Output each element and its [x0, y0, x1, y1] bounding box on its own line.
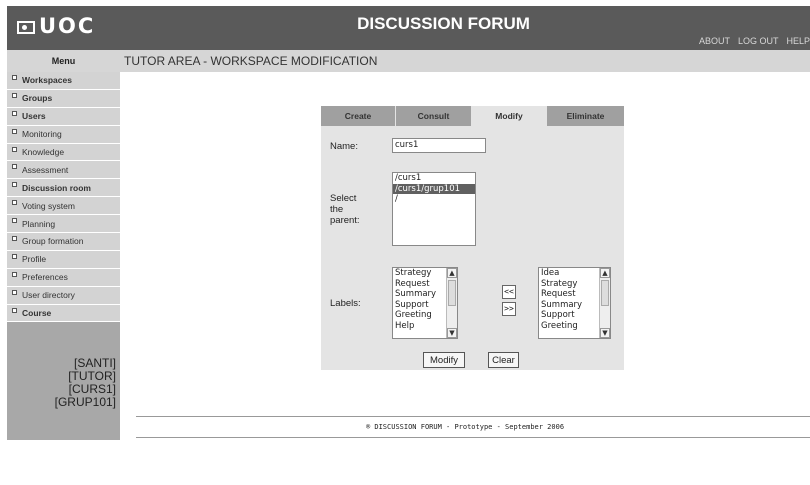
parent-option-selected[interactable]: /curs1/grup101: [393, 183, 475, 194]
list-scrollbar[interactable]: ▲ ▼: [446, 268, 457, 338]
sidebar-item-label: Discussion room: [22, 182, 91, 193]
tab-create[interactable]: Create: [321, 106, 396, 126]
about-link[interactable]: ABOUT: [699, 36, 730, 46]
top-links: ABOUT LOG OUT HELP: [699, 36, 810, 46]
sidebar-item-discussion-room[interactable]: Discussion room: [7, 179, 120, 198]
tab-bar: Create Consult Modify Eliminate: [321, 106, 624, 126]
bullet-icon: [12, 128, 17, 134]
bullet-icon: [12, 164, 17, 170]
selected-labels-list[interactable]: Idea Strategy Request Summary Support Gr…: [538, 267, 611, 339]
tab-modify[interactable]: Modify: [472, 106, 547, 126]
bullet-icon: [12, 182, 17, 188]
list-scrollbar[interactable]: ▲ ▼: [599, 268, 610, 338]
available-labels-list[interactable]: Strategy Request Summary Support Greetin…: [392, 267, 458, 339]
logout-link[interactable]: LOG OUT: [738, 36, 779, 46]
sidebar: Menu Workspaces Groups Users Monitoring Know…: [7, 50, 120, 440]
site-title: DISCUSSION FORUM: [357, 14, 530, 33]
move-right-button[interactable]: >>: [502, 302, 516, 316]
sidebar-item-course[interactable]: Course: [7, 305, 120, 323]
sidebar-item-voting-system[interactable]: Voting system: [7, 197, 120, 216]
sidebar-item-user-directory[interactable]: User directory: [7, 287, 120, 305]
menu-list: Workspaces Groups Users Monitoring Knowledge…: [7, 72, 120, 323]
help-link[interactable]: HELP: [786, 36, 810, 46]
footer-divider-top: [136, 416, 810, 417]
sidebar-item-label: User directory: [22, 290, 75, 301]
bullet-icon: [12, 235, 17, 241]
name-input[interactable]: curs1: [392, 138, 486, 153]
sidebar-item-label: Groups: [22, 93, 53, 104]
tab-consult[interactable]: Consult: [396, 106, 472, 126]
clear-button[interactable]: Clear: [488, 352, 519, 368]
scroll-thumb[interactable]: [601, 280, 609, 306]
workspace-panel: Create Consult Modify Eliminate Name: cu…: [321, 106, 624, 370]
scroll-down-icon[interactable]: ▼: [600, 328, 610, 338]
scroll-down-icon[interactable]: ▼: [447, 328, 457, 338]
sidebar-item-knowledge[interactable]: Knowledge: [7, 144, 120, 162]
labels-label: Labels:: [330, 298, 361, 309]
user-group: [GRUP101]: [54, 395, 116, 409]
sidebar-item-label: Assessment: [22, 164, 69, 175]
scroll-thumb[interactable]: [448, 280, 456, 306]
user-info: [SANTI] [TUTOR] [CURS1] [GRUP101]: [55, 357, 116, 409]
sidebar-item-label: Users: [22, 111, 46, 122]
scroll-up-icon[interactable]: ▲: [600, 268, 610, 278]
sidebar-item-label: Workspaces: [22, 75, 72, 86]
bullet-icon: [12, 289, 17, 295]
sidebar-item-workspaces[interactable]: Workspaces: [7, 72, 120, 90]
sidebar-item-label: Monitoring: [22, 129, 62, 140]
sidebar-item-label: Profile: [22, 254, 47, 265]
tab-eliminate[interactable]: Eliminate: [547, 106, 624, 126]
footer-divider-bottom: [136, 437, 810, 438]
bullet-icon: [12, 74, 17, 80]
sidebar-item-groups[interactable]: Groups: [7, 90, 120, 108]
sidebar-item-preferences[interactable]: Preferences: [7, 269, 120, 287]
sidebar-item-label: Knowledge: [22, 147, 65, 157]
bullet-icon: [12, 146, 17, 152]
header-bar: UOC DISCUSSION FORUM ABOUT LOG OUT HELP: [7, 6, 810, 50]
sidebar-item-label: Group formation: [22, 236, 84, 247]
parent-label-line: parent:: [330, 215, 360, 226]
parent-select[interactable]: /curs1 /curs1/grup101 /: [392, 172, 476, 246]
scroll-up-icon[interactable]: ▲: [447, 268, 457, 278]
move-left-button[interactable]: <<: [502, 285, 516, 299]
parent-option[interactable]: /: [393, 194, 475, 205]
sidebar-item-label: Planning: [22, 218, 56, 229]
bullet-icon: [12, 200, 17, 206]
sidebar-item-monitoring[interactable]: Monitoring: [7, 126, 120, 144]
footer-text: ® DISCUSSION FORUM - Prototype - Septemb…: [365, 423, 565, 431]
page-title: TUTOR AREA - WORKSPACE MODIFICATION: [120, 50, 810, 72]
sidebar-item-users[interactable]: Users: [7, 108, 120, 126]
modify-button[interactable]: Modify: [423, 352, 465, 368]
parent-label: Select the parent:: [330, 193, 360, 226]
parent-label-line: the: [330, 204, 344, 215]
sidebar-item-label: Preferences: [22, 272, 68, 283]
bullet-icon: [12, 218, 17, 224]
sidebar-item-label: Course: [22, 308, 52, 319]
bullet-icon: [12, 110, 17, 116]
parent-label-line: Select: [330, 193, 357, 204]
bullet-icon: [12, 271, 17, 277]
menu-title: Menu: [7, 50, 120, 72]
bullet-icon: [12, 92, 17, 98]
sidebar-item-label: Voting system: [22, 200, 75, 211]
bullet-icon: [12, 253, 17, 259]
sidebar-item-assessment[interactable]: Assessment: [7, 161, 120, 180]
sidebar-item-profile[interactable]: Profile: [7, 251, 120, 269]
parent-option[interactable]: /curs1: [393, 173, 475, 184]
bullet-icon: [12, 307, 17, 313]
sidebar-item-planning[interactable]: Planning: [7, 215, 120, 234]
name-label: Name:: [330, 141, 358, 152]
sidebar-item-group-formation[interactable]: Group formation: [7, 233, 120, 251]
